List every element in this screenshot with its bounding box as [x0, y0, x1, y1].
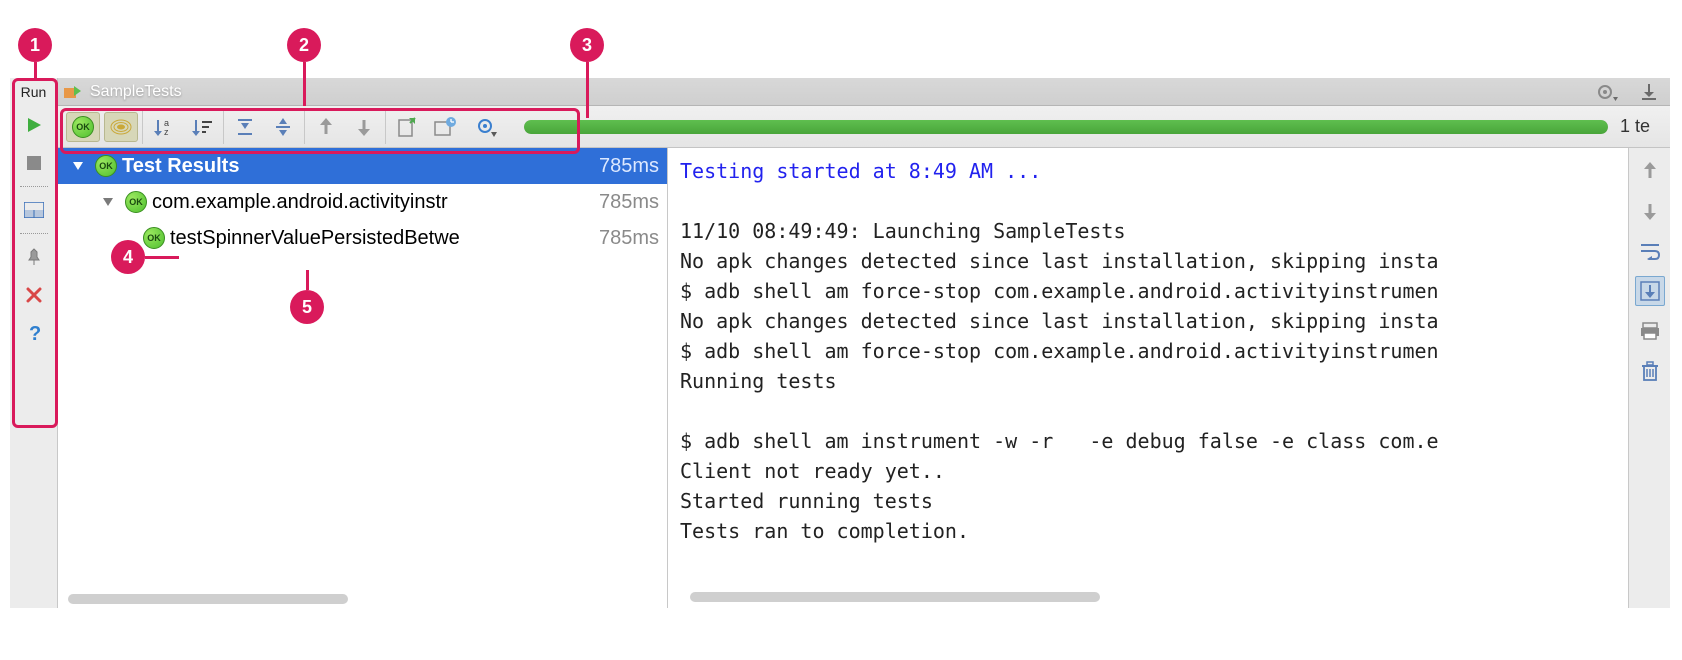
tree-h-scrollbar[interactable] [68, 594, 348, 604]
next-failed-button[interactable] [347, 112, 381, 142]
test-settings-button[interactable] [470, 112, 504, 142]
tree-test-row[interactable]: OK testSpinnerValuePersistedBetwe 785ms [58, 220, 667, 256]
test-config-icon [64, 84, 82, 100]
callout-2: 2 [287, 28, 321, 62]
test-progress-bar [524, 120, 1608, 134]
tree-test-label: testSpinnerValuePersistedBetwe [170, 227, 593, 250]
sort-alpha-button[interactable]: az [147, 112, 181, 142]
console-started-line: Testing started at 8:49 AM ... [680, 159, 1041, 183]
collapse-all-button[interactable] [266, 112, 300, 142]
left-action-rail: Run ? [10, 78, 58, 608]
print-button[interactable] [1635, 316, 1665, 346]
console-h-scrollbar[interactable] [690, 592, 1100, 602]
stop-button[interactable] [19, 148, 49, 178]
callout-4: 4 [111, 240, 145, 274]
sort-duration-button[interactable] [185, 112, 219, 142]
tree-package-label: com.example.android.activityinstr [152, 191, 593, 214]
expand-all-button[interactable] [228, 112, 262, 142]
ok-icon: OK [72, 116, 94, 138]
rerun-button[interactable] [19, 110, 49, 140]
show-ignored-button[interactable] [104, 112, 138, 142]
tree-root-time: 785ms [599, 155, 659, 178]
close-button[interactable] [19, 280, 49, 310]
progress-fill [524, 120, 1608, 134]
content-area: SampleTests OK [58, 78, 1670, 608]
test-tree[interactable]: OK Test Results 785ms OK com.example.and… [58, 148, 668, 608]
disclosure-down-icon[interactable] [70, 158, 86, 174]
tab-title: SampleTests [90, 83, 182, 101]
ok-icon: OK [125, 191, 147, 213]
import-results-button[interactable] [428, 112, 462, 142]
console-action-rail [1628, 148, 1670, 608]
scroll-down-button[interactable] [1635, 196, 1665, 226]
tree-test-time: 785ms [599, 227, 659, 250]
test-toolbar: OK az [58, 106, 1670, 148]
clear-all-button[interactable] [1635, 356, 1665, 386]
svg-text:z: z [164, 127, 169, 137]
show-passed-button[interactable]: OK [66, 112, 100, 142]
ok-icon: OK [95, 155, 117, 177]
callout-3: 3 [570, 28, 604, 62]
tree-package-row[interactable]: OK com.example.android.activityinstr 785… [58, 184, 667, 220]
soft-wrap-button[interactable] [1635, 236, 1665, 266]
help-button[interactable]: ? [19, 318, 49, 348]
scroll-to-end-button[interactable] [1635, 276, 1665, 306]
settings-dropdown-icon[interactable] [1592, 77, 1622, 107]
tab-bar: SampleTests [58, 78, 1670, 106]
console-pane: Testing started at 8:49 AM ... 11/10 08:… [668, 148, 1670, 608]
pin-button[interactable] [19, 242, 49, 272]
tree-package-time: 785ms [599, 191, 659, 214]
callout-5: 5 [290, 290, 324, 324]
disclosure-down-icon[interactable] [100, 194, 116, 210]
export-results-button[interactable] [390, 112, 424, 142]
tree-root-label: Test Results [122, 155, 593, 178]
svg-text:?: ? [29, 323, 41, 343]
ok-icon: OK [143, 227, 165, 249]
run-tool-window: Run ? SampleTests [10, 78, 1670, 608]
test-count-label: 1 te [1620, 116, 1650, 137]
console-output[interactable]: Testing started at 8:49 AM ... 11/10 08:… [668, 148, 1628, 608]
callout-1: 1 [18, 28, 52, 62]
layout-button[interactable] [19, 195, 49, 225]
scroll-up-button[interactable] [1635, 156, 1665, 186]
tree-root-row[interactable]: OK Test Results 785ms [58, 148, 667, 184]
prev-failed-button[interactable] [309, 112, 343, 142]
download-icon[interactable] [1634, 77, 1664, 107]
run-label: Run [21, 84, 47, 100]
